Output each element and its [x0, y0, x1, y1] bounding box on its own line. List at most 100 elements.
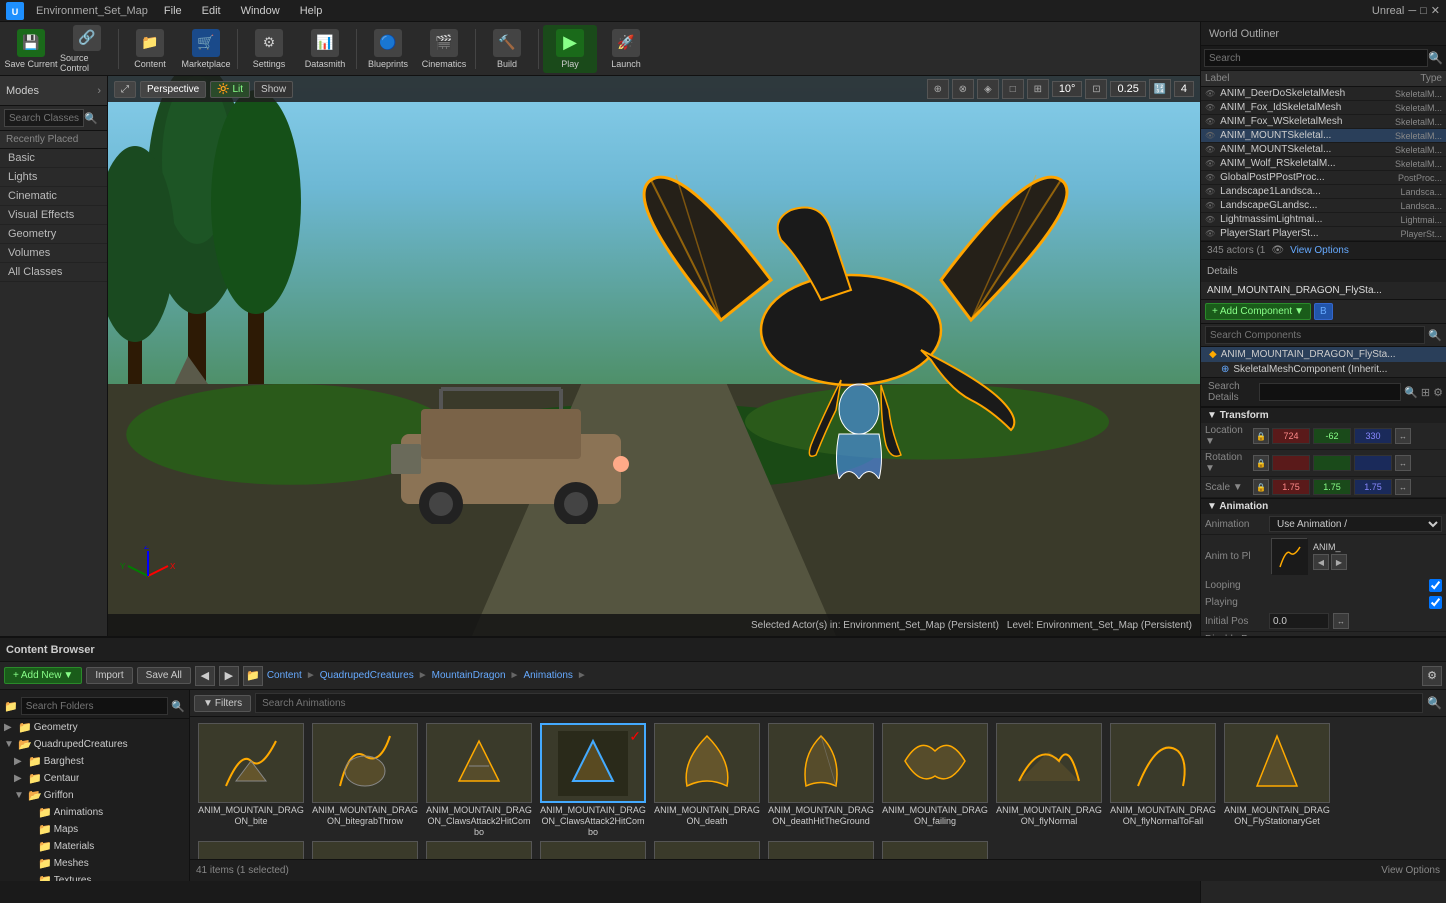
outliner-item-1[interactable]: 👁 ANIM_Fox_IdSkeletalMesh SkeletalM...: [1201, 101, 1446, 115]
asset-item-13[interactable]: ANIM_MOUNTAIN_DRAGON_getHitFront: [538, 841, 648, 859]
marketplace-button[interactable]: 🛒 Marketplace: [179, 25, 233, 73]
outliner-item-5[interactable]: 👁 ANIM_Wolf_RSkeletalM... SkeletalM...: [1201, 157, 1446, 171]
tree-griffon-maps[interactable]: 📁 Maps: [20, 821, 189, 838]
initial-pos-expand-btn[interactable]: ↔: [1333, 613, 1349, 629]
rotation-expand-btn[interactable]: ↔: [1395, 455, 1411, 471]
search-details-grid-icon[interactable]: ⊞: [1421, 386, 1430, 399]
location-z-input[interactable]: [1354, 428, 1392, 444]
vp-icon-5[interactable]: ⊞: [1027, 79, 1049, 99]
anim-mode-select[interactable]: Use Animation /: [1269, 516, 1442, 532]
menu-window[interactable]: Window: [237, 3, 284, 19]
panel-item-visual-effects[interactable]: Visual Effects: [0, 206, 107, 225]
tree-griffon[interactable]: ▼ 📂 Griffon: [10, 787, 189, 804]
panel-item-lights[interactable]: Lights: [0, 168, 107, 187]
settings-button[interactable]: ⚙ Settings: [242, 25, 296, 73]
location-expand-btn[interactable]: ↔: [1395, 428, 1411, 444]
nav-back-btn[interactable]: ◀: [195, 666, 215, 686]
tree-griffon-textures[interactable]: 📁 Textures: [20, 872, 189, 881]
filters-button[interactable]: ▼ Filters: [194, 695, 251, 712]
asset-item-14[interactable]: ANIM_MOUNTAIN_DRAGON_getHitLeft: [652, 841, 762, 859]
vp-icon-3[interactable]: ◈: [977, 79, 999, 99]
show-btn[interactable]: Show: [254, 81, 293, 98]
vp-icon-2[interactable]: ⊗: [952, 79, 974, 99]
modes-arrow[interactable]: ›: [97, 85, 101, 97]
play-button[interactable]: ▶ Play: [543, 25, 597, 73]
asset-item-10[interactable]: ANIM_MOUNTAIN_DRAGON_FlyStationaryFireBa…: [196, 841, 306, 859]
menu-file[interactable]: File: [160, 3, 186, 19]
perspective-btn[interactable]: Perspective: [140, 81, 206, 98]
initial-pos-input[interactable]: [1269, 613, 1329, 629]
tree-griffon-meshes[interactable]: 📁 Meshes: [20, 855, 189, 872]
asset-item-6[interactable]: ANIM_MOUNTAIN_DRAGON_failing: [880, 723, 990, 837]
datasmith-button[interactable]: 📊 Datasmith: [298, 25, 352, 73]
outliner-item-2[interactable]: 👁 ANIM_Fox_WSkeletalMesh SkeletalM...: [1201, 115, 1446, 129]
breadcrumb-quadruped[interactable]: QuadrupedCreatures: [320, 670, 414, 681]
asset-item-3[interactable]: ✓ ANIM_MOUNTAIN_DRAGON_ClawsAttack2HitCo…: [538, 723, 648, 837]
asset-item-0[interactable]: ANIM_MOUNTAIN_DRAGON_bite: [196, 723, 306, 837]
nav-folder-btn[interactable]: 📁: [243, 666, 263, 686]
main-viewport[interactable]: X Y Z ⤢ Perspective 🔆 Lit Show ⊕ ⊗ ◈ □ ⊞…: [108, 76, 1200, 636]
classes-search-input[interactable]: [4, 109, 84, 127]
build-button[interactable]: 🔨 Build: [480, 25, 534, 73]
anim-prev-btn[interactable]: ◀: [1313, 554, 1329, 570]
asset-item-15[interactable]: ANIM_MOUNTAIN_DRAGON_getHitRight: [766, 841, 876, 859]
vp-icon-7[interactable]: 🔢: [1149, 79, 1171, 99]
tree-quadruped[interactable]: ▼ 📂 QuadrupedCreatures: [0, 736, 189, 753]
component-search-input[interactable]: [1205, 326, 1425, 344]
tree-griffon-mats[interactable]: 📁 Materials: [20, 838, 189, 855]
location-x-input[interactable]: [1272, 428, 1310, 444]
cb-settings-btn[interactable]: ⚙: [1422, 666, 1442, 686]
b-button[interactable]: B: [1314, 303, 1333, 320]
tree-centaur[interactable]: ▶ 📁 Centaur: [10, 770, 189, 787]
viewport-maximize-btn[interactable]: ⤢: [114, 81, 136, 98]
anim-next-btn[interactable]: ▶: [1331, 554, 1347, 570]
outliner-search-input[interactable]: [1204, 49, 1428, 67]
lit-btn[interactable]: 🔆 Lit: [210, 81, 250, 98]
location-lock-btn[interactable]: 🔒: [1253, 428, 1269, 444]
scale-y-input[interactable]: [1313, 479, 1351, 495]
asset-item-2[interactable]: ANIM_MOUNTAIN_DRAGON_ClawsAttack2HitComb…: [424, 723, 534, 837]
asset-item-5[interactable]: ANIM_MOUNTAIN_DRAGON_deathHitTheGround: [766, 723, 876, 837]
content-button[interactable]: 📁 Content: [123, 25, 177, 73]
outliner-item-9[interactable]: 👁 LightmassimLightmai... Lightmai...: [1201, 213, 1446, 227]
scale-lock-btn[interactable]: 🔒: [1253, 479, 1269, 495]
panel-item-cinematic[interactable]: Cinematic: [0, 187, 107, 206]
scale-x-input[interactable]: [1272, 479, 1310, 495]
asset-item-8[interactable]: ANIM_MOUNTAIN_DRAGON_flyNormalToFall: [1108, 723, 1218, 837]
source-control-button[interactable]: 🔗 Source Control: [60, 25, 114, 73]
asset-item-4[interactable]: ANIM_MOUNTAIN_DRAGON_death: [652, 723, 762, 837]
add-component-button[interactable]: + Add Component ▼: [1205, 303, 1311, 320]
rotation-lock-btn[interactable]: 🔒: [1253, 455, 1269, 471]
close-btn[interactable]: ✕: [1431, 4, 1440, 17]
asset-item-9[interactable]: ANIM_MOUNTAIN_DRAGON_FlyStationaryGet: [1222, 723, 1332, 837]
rotation-x-input[interactable]: [1272, 455, 1310, 471]
rotation-y-input[interactable]: [1313, 455, 1351, 471]
playing-checkbox[interactable]: [1429, 596, 1442, 609]
maximize-btn[interactable]: □: [1420, 5, 1427, 17]
blueprints-button[interactable]: 🔵 Blueprints: [361, 25, 415, 73]
panel-item-basic[interactable]: Basic: [0, 149, 107, 168]
outliner-item-3[interactable]: 👁 ANIM_MOUNTSkeletal... SkeletalM...: [1201, 129, 1446, 143]
cinematics-button[interactable]: 🎬 Cinematics: [417, 25, 471, 73]
breadcrumb-mountaindragon[interactable]: MountainDragon: [432, 670, 506, 681]
cb-view-options[interactable]: View Options: [1381, 865, 1440, 876]
asset-item-12[interactable]: ANIM_MOUNTAIN_DRAGON_FlyStationaryTel_en…: [424, 841, 534, 859]
minimize-btn[interactable]: ─: [1408, 5, 1416, 17]
cb-search-input[interactable]: [255, 693, 1423, 713]
outliner-item-10[interactable]: 👁 PlayerStart PlayerSt... PlayerSt...: [1201, 227, 1446, 241]
add-new-button[interactable]: + Add New ▼: [4, 667, 82, 684]
outliner-item-8[interactable]: 👁 LandscapeGLandsc... Landsca...: [1201, 199, 1446, 213]
menu-edit[interactable]: Edit: [198, 3, 225, 19]
search-details-settings-icon[interactable]: ⚙: [1433, 386, 1443, 399]
save-all-button[interactable]: Save All: [137, 667, 191, 684]
breadcrumb-content[interactable]: Content: [267, 670, 302, 681]
asset-item-11[interactable]: ANIM_MOUNTAIN_DRAGON_FlyStationarySpeedE…: [310, 841, 420, 859]
outliner-item-6[interactable]: 👁 GlobalPostPPostProc... PostProc...: [1201, 171, 1446, 185]
outliner-item-7[interactable]: 👁 Landscape1Landsca... Landsca...: [1201, 185, 1446, 199]
outliner-item-4[interactable]: 👁 ANIM_MOUNTSkeletal... SkeletalM...: [1201, 143, 1446, 157]
vp-icon-1[interactable]: ⊕: [927, 79, 949, 99]
looping-checkbox[interactable]: [1429, 579, 1442, 592]
search-details-input[interactable]: [1259, 383, 1401, 401]
component-item-skeletal[interactable]: ⊕ SkeletalMeshComponent (Inherit...: [1201, 362, 1446, 377]
panel-item-all-classes[interactable]: All Classes: [0, 263, 107, 282]
